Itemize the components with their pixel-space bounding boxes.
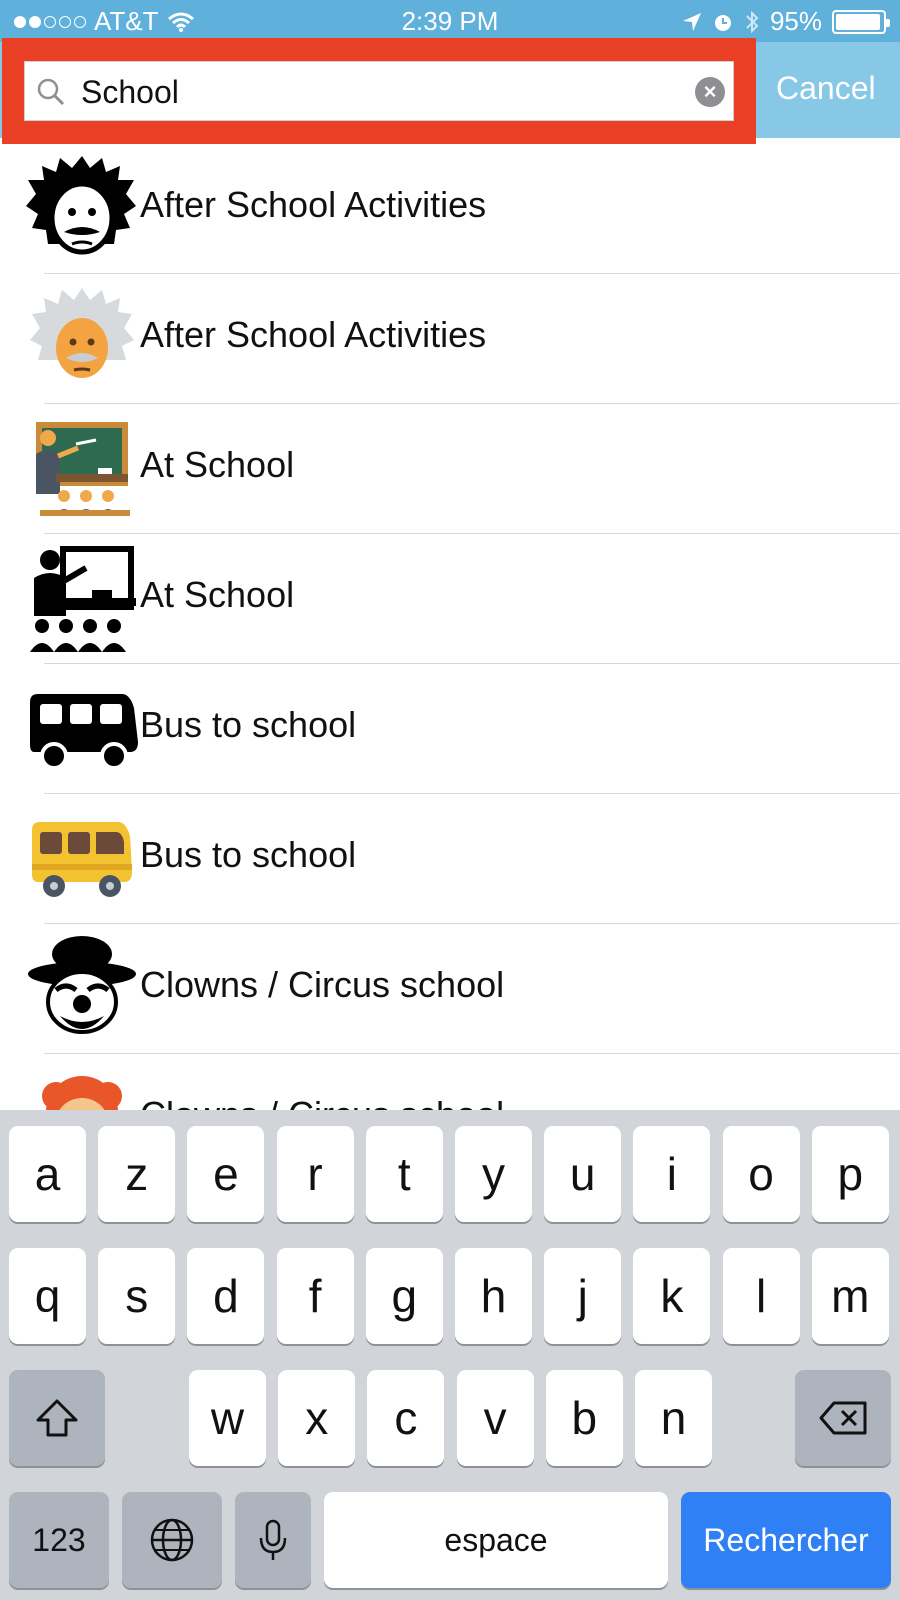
key-t[interactable]: t <box>365 1126 443 1222</box>
key-c[interactable]: c <box>367 1370 445 1466</box>
key-j[interactable]: j <box>544 1248 622 1344</box>
result-label: After School Activities <box>140 184 487 225</box>
bluetooth-icon <box>746 10 759 33</box>
list-item[interactable]: Bus to school <box>0 664 900 794</box>
battery-icon <box>832 9 890 34</box>
microphone-icon <box>259 1519 287 1560</box>
list-item[interactable]: Clowns / Circus school <box>0 924 900 1054</box>
key-e[interactable]: e <box>187 1126 265 1222</box>
list-item[interactable]: At School <box>0 534 900 664</box>
list-item[interactable]: Clowns / Circus school <box>0 1054 900 1110</box>
location-arrow-icon <box>682 12 701 31</box>
results-list[interactable]: After School Activities After School Act… <box>0 144 900 1110</box>
key-b[interactable]: b <box>545 1370 623 1466</box>
key-a[interactable]: a <box>9 1126 86 1222</box>
classroom-color-icon <box>36 422 130 516</box>
delete-key[interactable] <box>795 1370 891 1466</box>
key-r[interactable]: r <box>276 1126 354 1222</box>
key-d[interactable]: d <box>187 1248 265 1344</box>
key-p[interactable]: p <box>811 1126 889 1222</box>
result-label: At School <box>140 574 295 615</box>
clown-color-icon <box>42 1076 122 1110</box>
bus-icon <box>30 694 138 770</box>
result-label: Bus to school <box>140 704 357 745</box>
result-label: Clowns / Circus school <box>140 964 505 1005</box>
key-z[interactable]: z <box>98 1126 176 1222</box>
key-n[interactable]: n <box>635 1370 712 1466</box>
list-item[interactable]: After School Activities <box>0 144 900 274</box>
search-input[interactable]: School × <box>24 61 734 121</box>
result-label: Bus to school <box>140 834 357 875</box>
key-y[interactable]: y <box>455 1126 532 1222</box>
search-icon <box>37 78 65 106</box>
key-o[interactable]: o <box>722 1126 800 1222</box>
battery-percent: 95% <box>769 6 822 36</box>
result-label: Clowns / Circus school <box>140 1094 504 1110</box>
key-g[interactable]: g <box>365 1248 443 1344</box>
key-v[interactable]: v <box>456 1370 534 1466</box>
key-u[interactable]: u <box>544 1126 622 1222</box>
backspace-icon <box>819 1401 867 1435</box>
search-key[interactable]: Rechercher <box>681 1492 891 1588</box>
einstein-icon <box>26 156 136 255</box>
key-w[interactable]: w <box>189 1370 266 1466</box>
dictation-key[interactable] <box>235 1492 311 1588</box>
bus-color-icon <box>32 822 132 897</box>
clown-icon <box>28 936 136 1034</box>
einstein-color-icon <box>30 288 134 378</box>
key-i[interactable]: i <box>633 1126 711 1222</box>
clear-search-icon[interactable]: × <box>695 77 725 107</box>
globe-key[interactable] <box>122 1492 222 1588</box>
list-item[interactable]: After School Activities <box>0 274 900 404</box>
classroom-icon <box>30 546 136 652</box>
list-item[interactable]: Bus to school <box>0 794 900 924</box>
key-f[interactable]: f <box>276 1248 354 1344</box>
search-query-text: School <box>81 74 179 110</box>
key-x[interactable]: x <box>278 1370 356 1466</box>
key-s[interactable]: s <box>98 1248 176 1344</box>
result-label: At School <box>140 444 295 485</box>
key-q[interactable]: q <box>9 1248 86 1344</box>
globe-icon <box>150 1518 194 1562</box>
status-bar: AT&T 2:39 PM 95% <box>0 0 900 42</box>
cancel-button[interactable]: Cancel <box>776 70 876 107</box>
shift-key[interactable] <box>9 1370 105 1466</box>
alarm-icon <box>714 14 731 31</box>
key-h[interactable]: h <box>455 1248 532 1344</box>
shift-icon <box>36 1399 78 1437</box>
keyboard: azertyuiop qsdfghjklm wxcvbn 123 espace <box>0 1110 900 1600</box>
numbers-key[interactable]: 123 <box>9 1492 109 1588</box>
space-key[interactable]: espace <box>324 1492 668 1588</box>
key-l[interactable]: l <box>722 1248 800 1344</box>
list-item[interactable]: At School <box>0 404 900 534</box>
result-label: After School Activities <box>140 314 487 355</box>
key-k[interactable]: k <box>633 1248 711 1344</box>
key-m[interactable]: m <box>811 1248 889 1344</box>
